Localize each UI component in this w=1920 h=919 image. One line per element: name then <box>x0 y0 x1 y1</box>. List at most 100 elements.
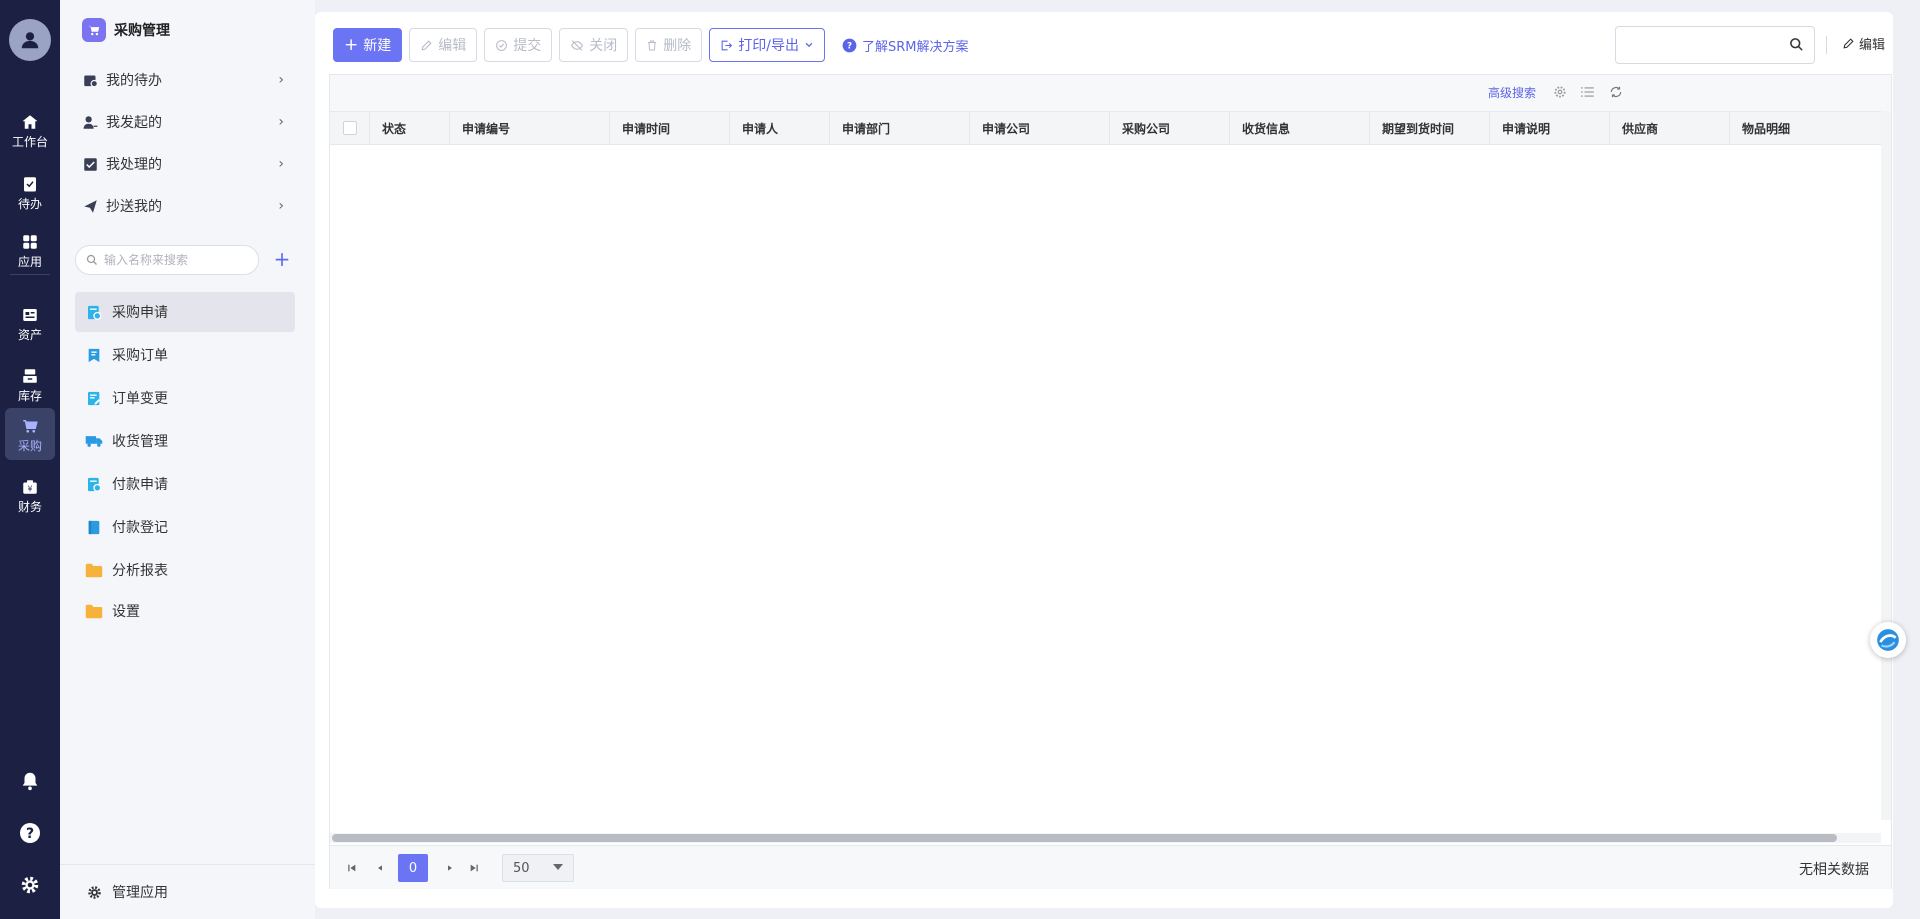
caret-down-icon <box>553 864 563 870</box>
srm-solution-link[interactable]: ? 了解SRM解决方案 <box>842 36 968 55</box>
app-search[interactable] <box>75 245 259 275</box>
bell-icon[interactable] <box>15 766 45 796</box>
edit-button[interactable]: 编辑 <box>409 28 478 62</box>
inventory-icon <box>20 366 40 386</box>
svg-text:?: ? <box>26 826 34 842</box>
record-search[interactable] <box>1615 26 1815 64</box>
user-send-icon <box>82 114 98 130</box>
add-app-button[interactable]: + <box>271 249 293 271</box>
clipboard-check-icon <box>20 174 40 194</box>
column-header[interactable]: 申请部门 <box>830 112 970 144</box>
module-sidebar: 采购管理 我的待办 › 我发起的 › 我处理的 › 抄送我的 › + 采购申请 … <box>60 0 315 919</box>
column-header[interactable]: 供应商 <box>1610 112 1730 144</box>
column-header[interactable]: 申请说明 <box>1490 112 1610 144</box>
plus-icon: + <box>344 35 359 55</box>
chevron-down-icon <box>805 42 813 48</box>
delete-button[interactable]: 删除 <box>635 28 703 62</box>
vertical-scrollbar[interactable] <box>1881 111 1891 820</box>
close-button[interactable]: 关闭 <box>559 28 629 62</box>
prev-page-icon[interactable] <box>372 860 388 876</box>
submit-button[interactable]: 提交 <box>484 28 553 62</box>
advanced-search-link[interactable]: 高级搜索 <box>1488 84 1536 101</box>
app-item-label: 采购申请 <box>112 305 168 321</box>
current-page[interactable]: 0 <box>398 854 428 882</box>
finance-icon: ¥ <box>20 477 40 497</box>
select-all-checkbox[interactable] <box>342 121 357 135</box>
select-all-cell <box>330 112 370 144</box>
search-icon[interactable] <box>1789 37 1804 52</box>
rail-item-apps[interactable]: 应用 <box>5 224 55 276</box>
refresh-icon[interactable] <box>1608 84 1624 100</box>
horizontal-scroll-thumb[interactable] <box>332 834 1837 842</box>
rail-item-todo[interactable]: 待办 <box>5 166 55 218</box>
page-size-select[interactable]: 50 <box>502 854 574 882</box>
column-header[interactable]: 申请编号 <box>450 112 610 144</box>
edit-view-link[interactable]: 编辑 <box>1842 34 1885 53</box>
column-header[interactable]: 期望到货时间 <box>1370 112 1490 144</box>
app-item-label: 订单变更 <box>112 391 168 407</box>
rail-item-label: 资产 <box>17 327 42 342</box>
gear-icon <box>87 885 102 900</box>
app-item-payment-register[interactable]: 付款登记 <box>75 507 295 547</box>
app-item-analysis-report[interactable]: 分析报表 <box>75 550 295 590</box>
settings-icon[interactable] <box>1552 84 1568 100</box>
app-item-purchase-request[interactable]: 采购申请 <box>75 292 295 332</box>
column-header[interactable]: 收货信息 <box>1230 112 1370 144</box>
nav-label: 抄送我的 <box>106 199 162 215</box>
rail-item-purchase[interactable]: 采购 <box>5 408 55 460</box>
search-icon <box>86 254 97 265</box>
chevron-right-icon: › <box>278 114 284 130</box>
gear-icon[interactable] <box>15 870 45 900</box>
rail-item-finance[interactable]: ¥ 财务 <box>5 469 55 521</box>
nav-processed[interactable]: 我处理的 › <box>82 146 294 182</box>
assistant-float-button[interactable] <box>1870 622 1906 658</box>
column-header[interactable]: 状态 <box>370 112 450 144</box>
app-item-receiving[interactable]: 收货管理 <box>75 421 295 461</box>
column-header[interactable]: 申请人 <box>730 112 830 144</box>
export-icon <box>721 40 733 50</box>
column-header[interactable]: 申请公司 <box>970 112 1110 144</box>
checked-box-icon <box>82 156 98 172</box>
print-export-button[interactable]: 打印/导出 <box>709 28 825 62</box>
nav-cc-me[interactable]: 抄送我的 › <box>82 188 294 224</box>
pencil-icon <box>421 39 432 51</box>
rail-item-inventory[interactable]: 库存 <box>5 358 55 410</box>
data-grid: 高级搜索 状态 申请编号 申请时间 申请人 申请部门 申请公司 采购公司 收货信… <box>329 74 1892 889</box>
app-item-label: 收货管理 <box>112 434 168 450</box>
new-button[interactable]: + 新建 <box>333 28 403 62</box>
eye-off-icon <box>571 39 584 51</box>
app-search-input[interactable] <box>104 253 244 267</box>
manage-apps-button[interactable]: 管理应用 <box>60 864 315 919</box>
nav-label: 我处理的 <box>106 157 162 173</box>
app-item-settings[interactable]: 设置 <box>75 591 295 631</box>
rail-item-assets[interactable]: 资产 <box>5 297 55 349</box>
toolbar: + 新建 编辑 提交 关闭 删除 打印/导出 ? 了解SRM解决方案 <box>333 28 968 62</box>
new-label: 新建 <box>363 38 392 54</box>
app-item-payment-request[interactable]: 付款申请 <box>75 464 295 504</box>
print-export-label: 打印/导出 <box>738 38 799 54</box>
truck-icon <box>85 432 103 450</box>
help-icon[interactable]: ? <box>15 818 45 848</box>
toolbar-divider <box>1826 36 1827 54</box>
app-item-order-change[interactable]: 订单变更 <box>75 378 295 418</box>
delete-label: 删除 <box>663 38 692 54</box>
column-header[interactable]: 申请时间 <box>610 112 730 144</box>
horizontal-scrollbar[interactable] <box>330 833 1881 843</box>
apps-grid-icon <box>20 232 40 252</box>
chevron-right-icon: › <box>278 198 284 214</box>
column-header[interactable]: 物品明细 <box>1730 112 1881 144</box>
last-page-icon[interactable] <box>466 860 482 876</box>
nav-initiated[interactable]: 我发起的 › <box>82 104 294 140</box>
user-avatar[interactable] <box>9 19 51 61</box>
bookmark-doc-icon <box>85 346 103 364</box>
record-search-input[interactable] <box>1626 37 1786 53</box>
next-page-icon[interactable] <box>442 860 458 876</box>
payment-doc-icon <box>85 475 103 493</box>
rail-item-workbench[interactable]: 工作台 <box>5 104 55 156</box>
nav-my-todo[interactable]: 我的待办 › <box>82 62 294 98</box>
column-header[interactable]: 采购公司 <box>1110 112 1230 144</box>
app-item-purchase-order[interactable]: 采购订单 <box>75 335 295 375</box>
first-page-icon[interactable] <box>344 860 360 876</box>
list-icon[interactable] <box>1580 84 1596 100</box>
app-item-label: 付款申请 <box>112 477 168 493</box>
